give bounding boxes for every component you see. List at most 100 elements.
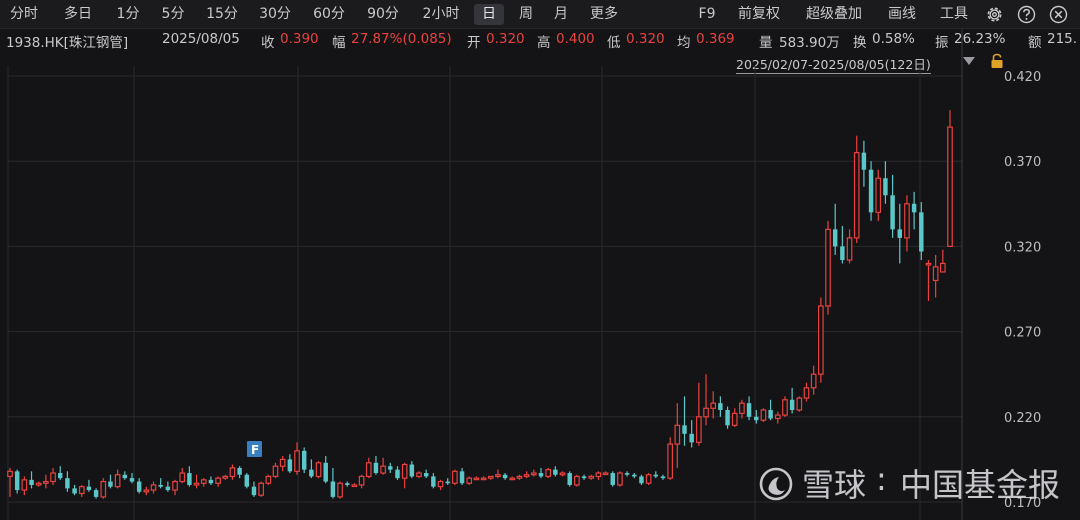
candle xyxy=(459,467,465,485)
candle-body xyxy=(939,262,946,273)
candle xyxy=(567,471,572,487)
candle xyxy=(904,195,910,252)
candle xyxy=(237,466,242,479)
candle xyxy=(939,249,946,273)
candle-body xyxy=(840,246,845,261)
candle-body xyxy=(553,469,558,475)
candle-body xyxy=(179,472,186,483)
candle-body xyxy=(739,402,745,414)
candle-body xyxy=(911,203,917,213)
candle-body xyxy=(58,473,63,479)
candle-body xyxy=(395,469,400,479)
candle xyxy=(731,408,738,428)
event-marker-label: F xyxy=(251,443,259,457)
candle xyxy=(739,399,745,419)
candle xyxy=(423,469,429,479)
candle-body xyxy=(294,450,300,472)
candle xyxy=(58,466,63,480)
candle-body xyxy=(108,481,113,487)
candle-body xyxy=(193,482,200,486)
candle xyxy=(86,479,92,492)
candle-body xyxy=(380,465,386,474)
candle xyxy=(337,481,343,499)
candle xyxy=(244,473,250,489)
candle xyxy=(150,481,157,494)
candle xyxy=(689,420,694,448)
candle-body xyxy=(309,469,314,477)
candle xyxy=(682,396,687,446)
candle xyxy=(853,135,860,243)
candle-body xyxy=(301,450,307,470)
candle-body xyxy=(559,472,566,476)
candle xyxy=(602,471,609,476)
candle xyxy=(523,471,530,479)
candle-body xyxy=(610,473,615,485)
candlestick-chart[interactable]: 0.4200.3700.3200.2700.2200.170 F xyxy=(0,0,1080,520)
candle-body xyxy=(667,443,673,479)
candle-body xyxy=(703,407,709,418)
candle-body xyxy=(459,471,465,484)
candle-body xyxy=(373,462,379,474)
candle-body xyxy=(682,425,687,434)
candle xyxy=(796,396,803,412)
candle-body xyxy=(832,229,838,247)
candle xyxy=(35,481,42,487)
candle xyxy=(480,476,487,481)
y-tick-label: 0.220 xyxy=(1004,411,1041,426)
candle xyxy=(803,382,810,402)
candle xyxy=(258,481,264,497)
candle xyxy=(380,457,386,475)
candle xyxy=(330,467,336,499)
candle xyxy=(789,387,795,414)
candle-body xyxy=(523,474,530,478)
candle-body xyxy=(632,474,637,477)
candle xyxy=(437,479,444,491)
candle-body xyxy=(423,473,429,477)
candle-body xyxy=(731,412,738,426)
candle-body xyxy=(574,475,580,486)
candle-body xyxy=(868,169,874,213)
candle xyxy=(251,481,257,497)
candle xyxy=(345,481,350,487)
candle-body xyxy=(466,477,473,484)
candle xyxy=(840,225,845,264)
candle xyxy=(65,471,70,492)
candle-body xyxy=(258,482,264,496)
y-tick-label: 0.420 xyxy=(1004,70,1041,85)
candle xyxy=(660,474,666,480)
candle-body xyxy=(595,472,602,478)
candle xyxy=(645,473,652,485)
candle-body xyxy=(143,489,150,493)
watermark-source: 中国基金报 xyxy=(900,466,1061,504)
candle-body xyxy=(760,409,767,421)
candle-body xyxy=(581,476,587,479)
candle-body xyxy=(674,424,681,445)
candle xyxy=(718,396,723,417)
candle-body xyxy=(545,469,551,478)
candle xyxy=(818,297,824,383)
candle xyxy=(279,455,286,472)
candle xyxy=(272,462,279,479)
candle xyxy=(143,486,150,496)
candle xyxy=(868,161,874,221)
candle xyxy=(890,174,895,238)
candle xyxy=(617,471,623,487)
candle xyxy=(165,481,171,492)
candle xyxy=(538,467,544,479)
candle xyxy=(114,469,121,489)
candle-body xyxy=(251,486,257,496)
candle xyxy=(187,466,192,487)
candle-body xyxy=(129,478,135,482)
candle xyxy=(72,484,77,496)
y-tick-label: 0.370 xyxy=(1004,155,1041,170)
candle-body xyxy=(358,475,365,486)
candle xyxy=(323,455,328,484)
candle-body xyxy=(365,462,372,478)
candle xyxy=(768,399,773,421)
candle-body xyxy=(480,477,487,481)
candle xyxy=(674,403,681,468)
candle-body xyxy=(187,473,192,485)
candle-body xyxy=(487,475,494,479)
candle xyxy=(287,454,293,474)
candle xyxy=(530,469,537,477)
